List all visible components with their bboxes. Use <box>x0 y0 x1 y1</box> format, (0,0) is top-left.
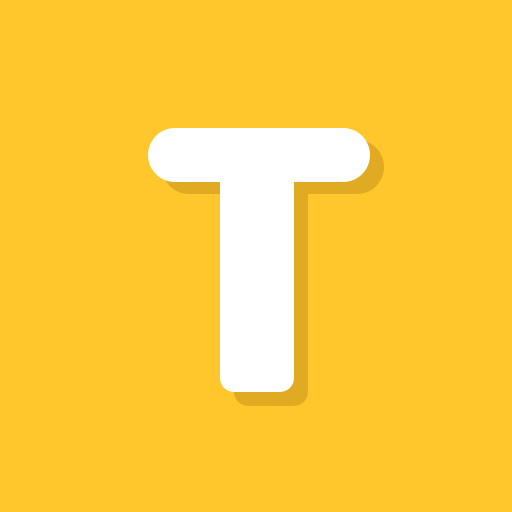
app-icon <box>0 0 512 512</box>
letter-t-logo-icon <box>0 0 512 512</box>
